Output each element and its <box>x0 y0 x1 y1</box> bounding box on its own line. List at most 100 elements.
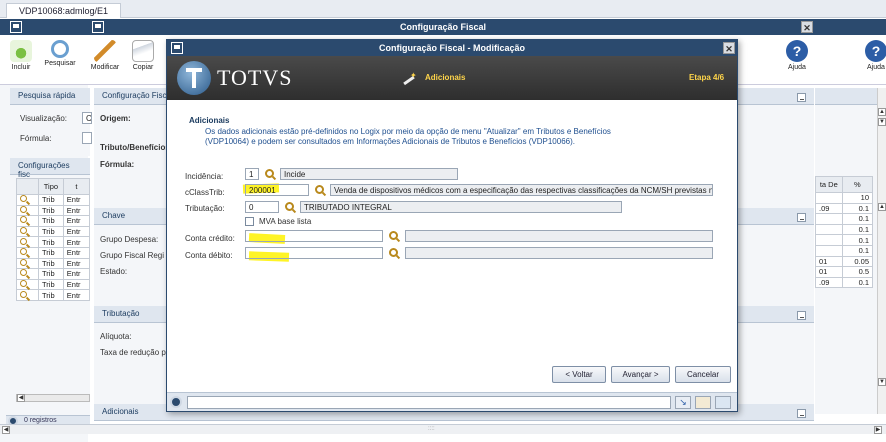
ajuda-button-secondary[interactable]: ? Ajuda <box>860 38 886 71</box>
scroll-right-icon[interactable]: ▶ <box>874 426 882 434</box>
grid-col-tipo[interactable]: Tipo <box>38 178 64 195</box>
dialog-close-icon[interactable]: ✕ <box>723 42 735 54</box>
tributacao-description: TRIBUTADO INTEGRAL <box>300 201 622 213</box>
table-row[interactable]: .09 0.1 <box>815 202 874 215</box>
session-tab-bar: VDP10068:admlog/E1 <box>0 0 886 18</box>
cell-percent: 0.1 <box>841 234 874 246</box>
conta-debito-input[interactable] <box>245 247 383 259</box>
table-row[interactable]: Trib Entr <box>16 257 91 270</box>
conta-credito-input[interactable] <box>245 230 383 242</box>
minimize-icon[interactable] <box>797 93 806 102</box>
mva-checkbox[interactable] <box>245 217 254 226</box>
cclasstrib-code-input[interactable]: 200001 <box>245 184 309 196</box>
table-row[interactable]: .09 0.1 <box>815 276 874 289</box>
arrow-icon[interactable]: ↘ <box>675 396 691 409</box>
copiar-button[interactable]: Copiar <box>127 38 159 71</box>
cell-data <box>815 244 843 257</box>
row-search-icon[interactable] <box>16 204 39 217</box>
conta-debito-search-icon[interactable] <box>389 248 398 259</box>
table-row[interactable]: 01 0.5 <box>815 266 874 278</box>
cell-tipo: Trib <box>38 215 64 227</box>
row-search-icon[interactable] <box>16 246 39 259</box>
table-row[interactable]: 0.1 <box>815 244 874 257</box>
scroll-down-icon[interactable]: ▼ <box>878 378 886 386</box>
row-search-icon[interactable] <box>16 194 39 206</box>
table-row[interactable]: Trib Entr <box>16 278 91 291</box>
scroll-down-icon[interactable]: ▼ <box>878 118 886 126</box>
grid-col-t[interactable]: t <box>62 178 91 195</box>
table-row[interactable]: Trib Entr <box>16 289 91 301</box>
right-header <box>815 88 877 105</box>
cell-t: Entr <box>62 289 91 301</box>
modificar-button[interactable]: Modificar <box>89 38 121 71</box>
table-row[interactable]: Trib Entr <box>16 268 91 280</box>
incidencia-code-input[interactable]: 1 <box>245 168 259 180</box>
scroll-grip[interactable]: :::: <box>428 426 435 432</box>
cell-tipo: Trib <box>38 225 64 238</box>
cancelar-button[interactable]: Cancelar <box>675 366 731 383</box>
minimize-icon[interactable] <box>797 213 806 222</box>
dialog-title: Configuração Fiscal - Modificação <box>378 43 526 53</box>
ajuda-button[interactable]: ? Ajuda <box>781 38 813 71</box>
tributacao-code-input[interactable]: 0 <box>245 201 279 213</box>
conta-credito-search-icon[interactable] <box>389 231 398 242</box>
minimize-icon[interactable] <box>797 311 806 320</box>
table-row[interactable]: 10 <box>815 192 874 204</box>
scroll-up-icon[interactable]: ▲ <box>878 203 886 211</box>
vertical-scrollbar[interactable]: ▲ ▼ ▲ ▼ <box>877 88 886 414</box>
window-icon <box>10 21 22 33</box>
cclasstrib-description: Venda de dispositivos médicos com a espe… <box>330 184 713 196</box>
cclasstrib-search-icon[interactable] <box>315 185 324 196</box>
taxa-reducao-label: Taxa de redução p <box>100 348 166 357</box>
avancar-button[interactable]: Avançar > <box>611 366 670 383</box>
visualizacao-select[interactable]: C <box>82 112 92 124</box>
status-icon <box>170 396 182 408</box>
table-row[interactable]: Trib Entr <box>16 225 91 238</box>
table-row[interactable]: 01 0.05 <box>815 255 874 268</box>
table-row[interactable]: 0.1 <box>815 223 874 236</box>
table-row[interactable]: 0.1 <box>815 234 874 246</box>
cell-t: Entr <box>62 225 91 238</box>
tributacao-search-icon[interactable] <box>285 202 294 213</box>
incidencia-search-icon[interactable] <box>265 169 274 180</box>
edit-note-icon[interactable] <box>695 396 711 409</box>
quick-search-header: Pesquisa rápida <box>10 88 90 105</box>
incluir-button[interactable]: Incluir <box>5 38 37 71</box>
grid-col-data[interactable]: ta De <box>815 176 843 193</box>
row-search-icon[interactable] <box>16 236 39 248</box>
grupo-fiscal-label: Grupo Fiscal Regi <box>100 251 165 260</box>
minimize-icon[interactable] <box>797 409 806 418</box>
table-row[interactable]: Trib Entr <box>16 194 91 206</box>
comment-icon[interactable] <box>715 396 731 409</box>
table-row[interactable]: Trib Entr <box>16 246 91 259</box>
formula-input[interactable] <box>82 132 92 144</box>
scroll-up-icon[interactable]: ▲ <box>878 108 886 116</box>
horizontal-scrollbar[interactable]: ◀ <box>16 394 90 402</box>
pesquisar-button[interactable]: Pesquisar <box>44 38 76 67</box>
bottom-scrollbar[interactable]: ◀ ▶ :::: <box>0 424 886 434</box>
incluir-label: Incluir <box>11 64 31 71</box>
dialog-titlebar: Configuração Fiscal - Modificação <box>167 40 737 56</box>
row-search-icon[interactable] <box>16 257 39 270</box>
session-tab[interactable]: VDP10068:admlog/E1 <box>6 3 122 18</box>
voltar-button[interactable]: < Voltar <box>552 366 606 383</box>
row-search-icon[interactable] <box>16 278 39 291</box>
row-search-icon[interactable] <box>16 215 39 227</box>
table-row[interactable]: Trib Entr <box>16 215 91 227</box>
scroll-left-icon[interactable]: ◀ <box>17 394 25 402</box>
table-row[interactable]: Trib Entr <box>16 204 91 217</box>
close-icon[interactable]: ✕ <box>801 21 813 33</box>
cell-percent: 0.1 <box>841 223 874 236</box>
cell-percent: 0.1 <box>841 276 874 289</box>
dialog-status-field <box>187 396 671 409</box>
row-search-icon[interactable] <box>16 225 39 238</box>
mva-label: MVA base lista <box>259 217 312 226</box>
grid-col-percent[interactable]: % <box>841 176 874 193</box>
help-icon: ? <box>865 40 886 62</box>
table-row[interactable]: 0.1 <box>815 213 874 225</box>
scroll-left-icon[interactable]: ◀ <box>2 426 10 434</box>
row-search-icon[interactable] <box>16 268 39 280</box>
row-search-icon[interactable] <box>16 289 39 301</box>
main-window-titlebar: Configuração Fiscal <box>0 19 886 35</box>
table-row[interactable]: Trib Entr <box>16 236 91 248</box>
